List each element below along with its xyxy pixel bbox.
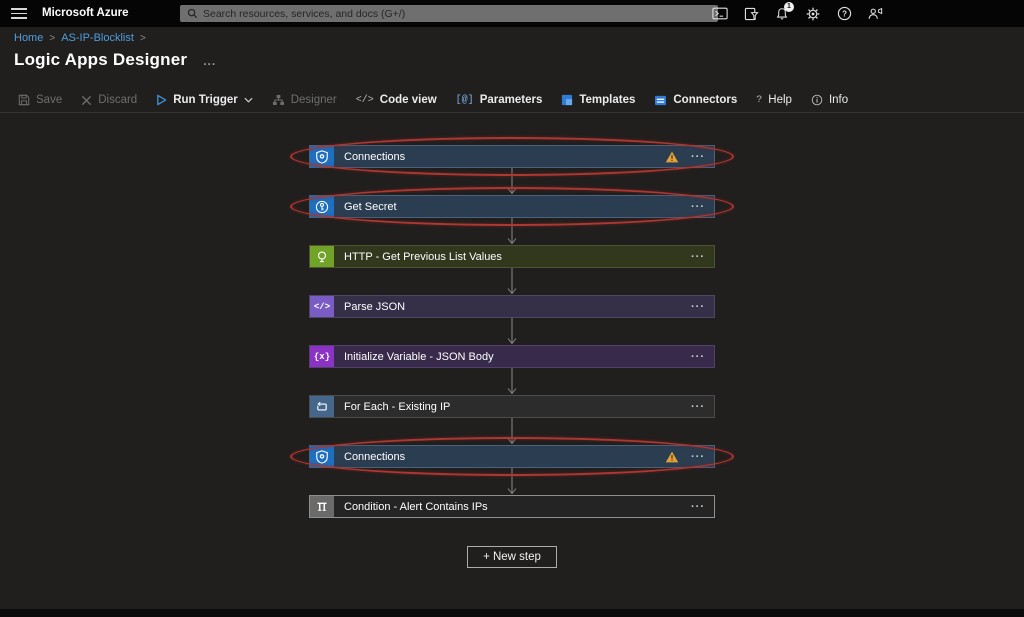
chevron-down-icon [244,97,253,103]
workflow-column: Connections ··· [309,145,715,568]
flow-arrow [505,318,519,345]
step-menu-button[interactable]: ··· [691,352,705,362]
global-search-input[interactable]: Search resources, services, and docs (G+… [180,5,718,22]
parameters-button[interactable]: [@] Parameters [456,94,543,106]
step-initialize-variable-json-body[interactable]: {x} Initialize Variable - JSON Body ··· [309,345,715,368]
parameters-icon: [@] [456,95,474,106]
http-globe-icon [310,246,334,267]
step-menu-button[interactable]: ··· [691,152,705,162]
title-overflow-menu[interactable]: ... [203,54,216,68]
condition-pillars-icon [310,496,334,517]
svg-text:?: ? [842,9,847,18]
step-condition-alert-contains-ips[interactable]: Condition - Alert Contains IPs ··· [309,495,715,518]
step-menu-button[interactable]: ··· [691,402,705,412]
feedback-person-icon[interactable] [866,5,884,23]
help-button[interactable]: ? Help [756,94,792,106]
search-placeholder: Search resources, services, and docs (G+… [203,8,405,20]
step-menu-button[interactable]: ··· [691,502,705,512]
connectors-button[interactable]: Connectors [654,94,737,106]
question-icon: ? [756,95,762,106]
templates-button[interactable]: Templates [561,94,635,106]
save-button[interactable]: Save [18,94,62,106]
code-icon: </> [356,95,374,106]
flow-arrow [505,368,519,395]
warning-icon [665,451,679,463]
breadcrumb-app-link[interactable]: AS-IP-Blocklist [61,32,134,44]
discard-button[interactable]: Discard [81,94,137,106]
notification-badge: 1 [784,2,794,12]
step-parse-json[interactable]: </> Parse JSON ··· [309,295,715,318]
info-button[interactable]: Info [811,94,848,106]
code-view-button[interactable]: </> Code view [356,94,437,106]
notifications-bell-icon[interactable]: 1 [773,5,791,23]
sentinel-shield-icon [310,446,334,467]
breadcrumb: Home > AS-IP-Blocklist > [14,32,146,44]
step-http-get-previous-list-values[interactable]: HTTP - Get Previous List Values ··· [309,245,715,268]
connectors-icon [654,95,667,106]
cloud-shell-icon[interactable] [711,5,729,23]
designer-button[interactable]: Designer [272,94,337,106]
flow-arrow [505,418,519,445]
bottom-strip [0,609,1024,617]
flow-arrow [505,168,519,195]
breadcrumb-home-link[interactable]: Home [14,32,43,44]
step-connections-2[interactable]: Connections ··· [309,445,715,468]
hamburger-menu-icon[interactable] [10,6,28,21]
warning-icon [665,151,679,163]
designer-hierarchy-icon [272,94,285,106]
directory-filter-icon[interactable] [742,5,760,23]
command-toolbar: Save Discard Run Trigger Designer </> Co… [0,88,1024,113]
info-icon [811,94,823,106]
step-get-secret[interactable]: Get Secret ··· [309,195,715,218]
code-braces-icon: </> [310,296,334,317]
azure-top-bar: Microsoft Azure Search resources, servic… [0,0,1024,27]
new-step-button[interactable]: + New step [467,546,557,568]
breadcrumb-separator: > [140,33,146,44]
brand-title: Microsoft Azure [42,0,128,27]
step-menu-button[interactable]: ··· [691,252,705,262]
topbar-icon-group: 1 ? [711,0,884,27]
flow-arrow [505,468,519,495]
sentinel-shield-icon [310,146,334,167]
designer-canvas: Connections ··· [0,113,1024,609]
variable-braces-icon: {x} [310,346,334,367]
step-for-each-existing-ip[interactable]: For Each - Existing IP ··· [309,395,715,418]
templates-icon [561,94,573,106]
flow-arrow [505,268,519,295]
flow-arrow [505,218,519,245]
step-menu-button[interactable]: ··· [691,302,705,312]
help-question-icon[interactable]: ? [835,5,853,23]
key-vault-icon [310,196,334,217]
step-connections-1[interactable]: Connections ··· [309,145,715,168]
search-icon [187,8,198,19]
settings-gear-icon[interactable] [804,5,822,23]
close-x-icon [81,95,92,106]
play-icon [156,94,167,106]
step-menu-button[interactable]: ··· [691,202,705,212]
step-menu-button[interactable]: ··· [691,452,705,462]
breadcrumb-separator: > [49,33,55,44]
page-title: Logic Apps Designer [14,50,187,70]
foreach-loop-icon [310,396,334,417]
save-icon [18,94,30,106]
run-trigger-button[interactable]: Run Trigger [156,94,253,106]
